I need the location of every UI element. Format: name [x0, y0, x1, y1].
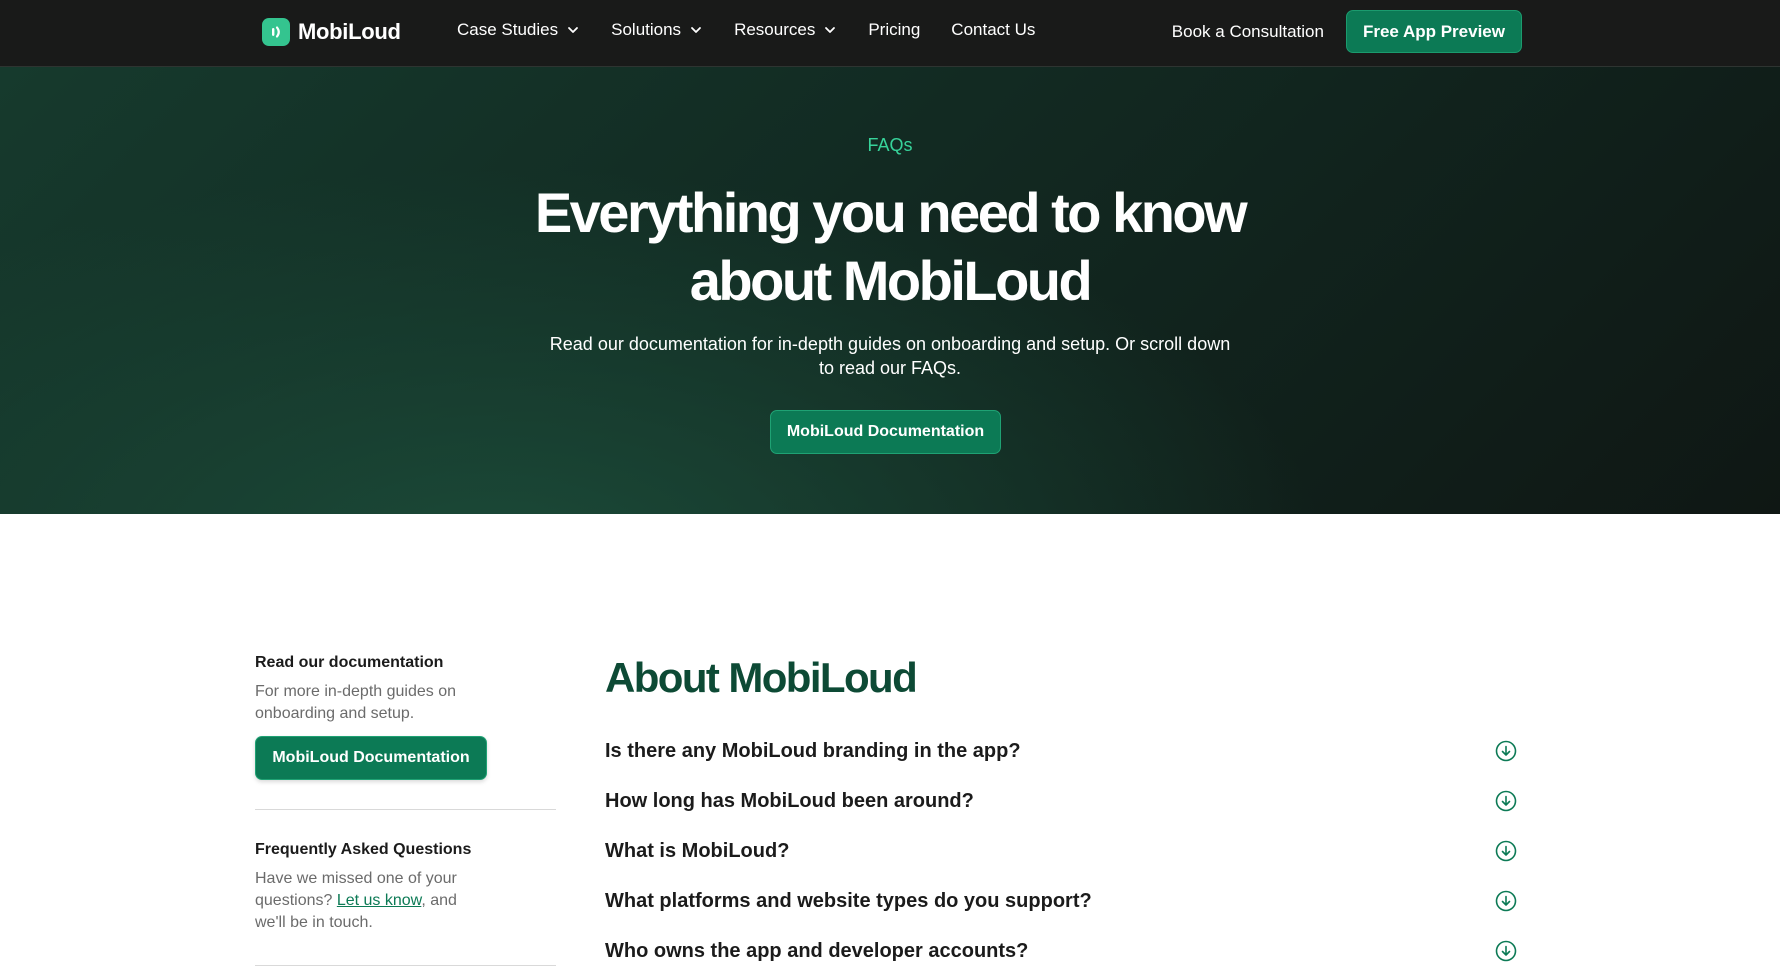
docs-heading: Read our documentation: [255, 654, 444, 671]
faq-question: Is there any MobiLoud branding in the ap…: [605, 739, 1021, 762]
chevron-down-icon: [568, 27, 579, 33]
sidebar-divider: [255, 809, 556, 810]
faq-list: Is there any MobiLoud branding in the ap…: [605, 726, 1520, 972]
sidebar-divider: [255, 965, 556, 966]
section-title: About MobiLoud: [605, 654, 918, 701]
nav-actions: Book a Consultation Free App Preview: [1172, 10, 1522, 53]
book-consultation-link[interactable]: Book a Consultation: [1172, 22, 1324, 42]
faq-sidebar: Read our documentation For more in-depth…: [255, 654, 556, 966]
docs-description: For more in-depth guides on onboarding a…: [255, 683, 456, 722]
page-title: Everything you need to know about MobiLo…: [440, 179, 1340, 315]
nav-item-case-studies[interactable]: Case Studies: [457, 20, 580, 40]
logo-text: MobiLoud: [298, 19, 401, 44]
hero-subtitle: Read our documentation for in-depth guid…: [549, 334, 1231, 378]
nav-item-solutions[interactable]: Solutions: [611, 20, 703, 40]
circle-arrow-down-icon[interactable]: [1495, 940, 1517, 962]
top-navigation: MobiLoud Case Studies Solutions Resource…: [0, 0, 1780, 67]
nav-item-label: Pricing: [868, 20, 921, 39]
circle-arrow-down-icon[interactable]: [1495, 790, 1517, 812]
nav-item-label: Resources: [734, 20, 816, 39]
faq-question: How long has MobiLoud been around?: [605, 789, 974, 812]
circle-arrow-down-icon[interactable]: [1495, 740, 1517, 762]
circle-arrow-down-icon[interactable]: [1495, 840, 1517, 862]
nav-item-label: Case Studies: [457, 20, 559, 39]
faq-item[interactable]: How long has MobiLoud been around?: [605, 776, 1520, 826]
free-app-preview-button[interactable]: Free App Preview: [1345, 10, 1522, 53]
hero-eyebrow: FAQs: [867, 135, 913, 155]
chevron-down-icon: [825, 27, 836, 33]
faq-description: Have we missed one of your questions? Le…: [255, 868, 485, 934]
sidebar-documentation-button[interactable]: MobiLoud Documentation: [255, 736, 487, 780]
nav-item-label: Contact Us: [951, 20, 1036, 39]
faq-info-block: Frequently Asked Questions Have we misse…: [255, 841, 556, 934]
circle-arrow-down-icon[interactable]: [1495, 890, 1517, 912]
faq-heading: Frequently Asked Questions: [255, 841, 472, 858]
page-title-line-1: Everything you need to know: [534, 181, 1248, 244]
nav-item-label: Solutions: [611, 20, 682, 39]
faq-item[interactable]: What platforms and website types do you …: [605, 876, 1520, 926]
logo-mark-icon: [262, 18, 290, 46]
faq-question: What is MobiLoud?: [605, 839, 790, 862]
hero-section: FAQs Everything you need to know about M…: [0, 67, 1780, 514]
faq-question: Who owns the app and developer accounts?: [605, 939, 1029, 962]
page-title-line-2: about MobiLoud: [689, 249, 1093, 312]
faq-question: What platforms and website types do you …: [605, 889, 1092, 912]
docs-block: Read our documentation For more in-depth…: [255, 654, 556, 780]
faq-item[interactable]: Who owns the app and developer accounts?: [605, 926, 1520, 972]
main-menu: Case Studies Solutions Resources Pricing…: [457, 20, 1066, 40]
faq-item[interactable]: Is there any MobiLoud branding in the ap…: [605, 726, 1520, 776]
chevron-down-icon: [691, 27, 701, 33]
let-us-know-link[interactable]: Let us know: [337, 892, 422, 909]
logo-link[interactable]: MobiLoud: [262, 18, 401, 46]
faq-item[interactable]: What is MobiLoud?: [605, 826, 1520, 876]
hero-documentation-button[interactable]: MobiLoud Documentation: [770, 410, 1001, 454]
nav-item-resources[interactable]: Resources: [734, 20, 837, 40]
nav-item-contact-us[interactable]: Contact Us: [951, 20, 1035, 40]
nav-item-pricing[interactable]: Pricing: [868, 20, 920, 40]
